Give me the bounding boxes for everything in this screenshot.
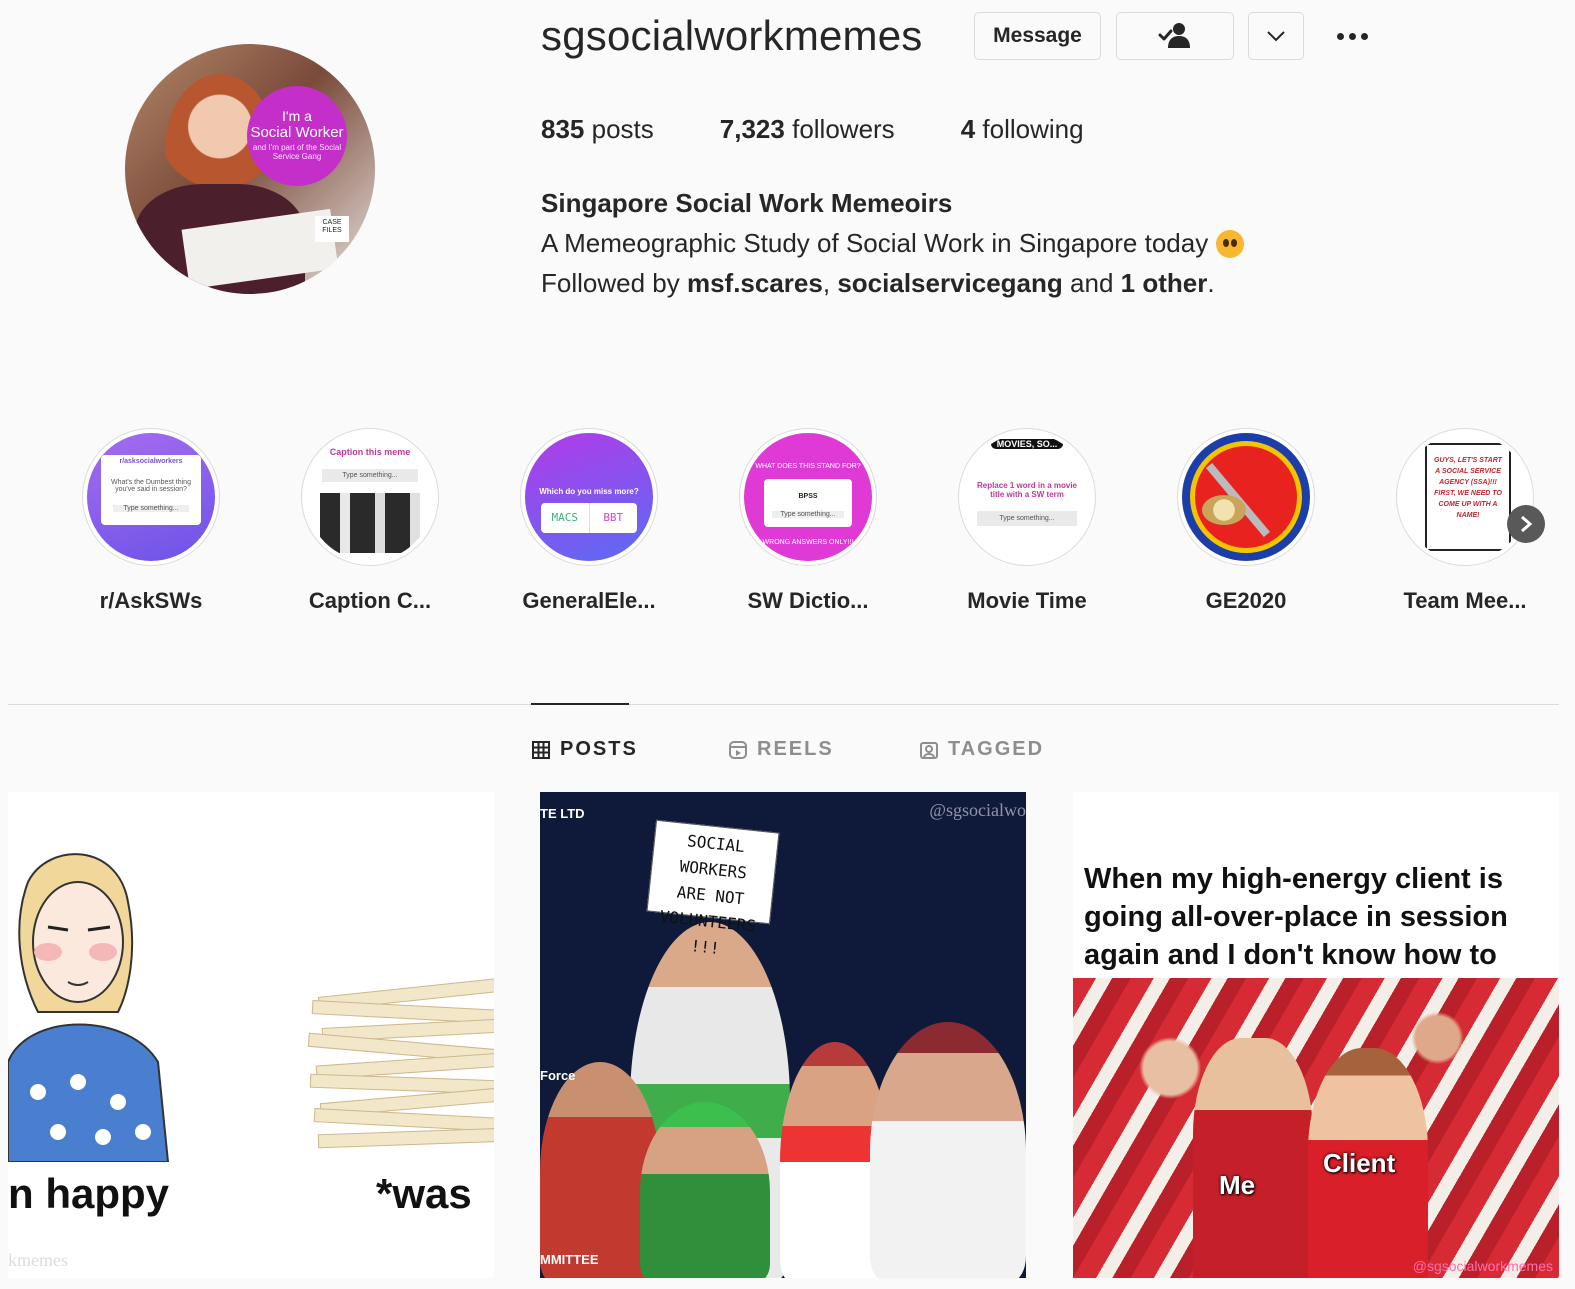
highlight-caption[interactable]: Caption this meme Type something... Capt… <box>300 428 440 614</box>
tab-reels[interactable]: REELS <box>729 738 834 761</box>
post-caption-left: n happy <box>8 1170 170 1217</box>
highlight-ring: r/asksocialworkers What's the Dumbest th… <box>82 428 220 566</box>
flushed-face-emoji-icon <box>1216 229 1245 258</box>
person-check-icon <box>1158 23 1190 48</box>
tab-tagged-label: TAGGED <box>948 738 1045 760</box>
avatar-case-files-tag: CASE FILES <box>315 216 349 242</box>
avatar-badge-line1: I'm a <box>282 108 312 124</box>
profile-username: sgsocialworkmemes <box>541 12 923 59</box>
avatar-badge-line2: Social Worker <box>250 124 344 141</box>
highlight-label: Caption C... <box>308 588 432 613</box>
highlight-label: Team Mee... <box>1403 588 1527 613</box>
crowd-person <box>870 1022 1026 1278</box>
post-label-bottom: MMITTEE <box>540 1252 599 1267</box>
followed-by-line[interactable]: Followed by msf.scares, socialservicegan… <box>541 268 1215 299</box>
highlight-label: Movie Time <box>967 588 1087 613</box>
poll-card: MACS BBT <box>541 503 637 533</box>
ellipsis-icon-dot <box>1360 32 1368 40</box>
bio-text: A Memeographic Study of Social Work in S… <box>541 228 1209 258</box>
highlight-label: r/AskSWs <box>99 588 203 613</box>
ellipsis-icon-dot <box>1336 32 1344 40</box>
post-label-top: TE LTD <box>540 806 585 821</box>
poll-option-2: BBT <box>603 511 624 524</box>
highlight-ring <box>1177 428 1315 566</box>
following-button[interactable] <box>1116 12 1234 60</box>
post-watermark: kmemes <box>8 1250 68 1270</box>
posts-count: 835 posts <box>541 114 654 144</box>
chevron-down-icon <box>1267 31 1285 42</box>
highlight-ring: WHAT DOES THIS STAND FOR? BPSS Type some… <box>739 428 877 566</box>
question-card: BPSS Type something... <box>764 479 852 527</box>
tabs-divider <box>8 704 1559 705</box>
reels-icon <box>729 740 747 759</box>
meme-label-client: Client <box>1323 1148 1396 1178</box>
ge2020-coins <box>1202 495 1246 525</box>
man-with-mic <box>1193 1038 1313 1278</box>
tab-posts[interactable]: POSTS <box>532 738 638 761</box>
tab-reels-label: REELS <box>757 738 834 760</box>
more-options-button[interactable] <box>1330 20 1374 52</box>
highlight-movie-time[interactable]: MOVIES, SO... Replace 1 word in a movie … <box>957 428 1097 614</box>
highlight-ring: Which do you miss more? MACS BBT <box>520 428 658 566</box>
following-link[interactable]: 4 following <box>961 114 1084 145</box>
highlight-cover: Which do you miss more? MACS BBT <box>525 433 653 561</box>
meme-label-me: Me <box>1219 1170 1256 1200</box>
highlight-label: GE2020 <box>1205 588 1287 613</box>
suggested-accounts-button[interactable] <box>1248 12 1304 60</box>
crowd-person <box>640 1102 770 1278</box>
avatar-badge-line3: and I'm part of the Social Service Gang <box>252 143 342 161</box>
highlight-cover: MOVIES, SO... Replace 1 word in a movie … <box>963 433 1091 561</box>
highlight-cover <box>1182 433 1310 561</box>
highlight-ring: GUYS, LET'S START A SOCIAL SERVICE AGENC… <box>1396 428 1534 566</box>
highlight-ring: Caption this meme Type something... <box>301 428 439 566</box>
followed-by-user-1[interactable]: msf.scares <box>687 268 823 298</box>
profile-stats: 835 posts 7,323 followers 4 following <box>541 114 1150 145</box>
post-caption-right: *was <box>376 1170 472 1217</box>
highlights-next-button[interactable] <box>1507 505 1545 543</box>
post-watermark: @sgsocialworkmemes <box>1412 1258 1553 1274</box>
post-watermark: @sgsocialwo <box>929 800 1026 820</box>
team-meeting-whiteboard: GUYS, LET'S START A SOCIAL SERVICE AGENC… <box>1425 443 1511 551</box>
highlight-sw-dictionary[interactable]: WHAT DOES THIS STAND FOR? BPSS Type some… <box>738 428 878 614</box>
ge2020-emblem <box>1190 441 1302 553</box>
profile-bio: A Memeographic Study of Social Work in S… <box>541 228 1245 259</box>
chevron-right-icon <box>1521 515 1533 533</box>
highlight-generalelection[interactable]: Which do you miss more? MACS BBT General… <box>519 428 659 614</box>
tab-tagged[interactable]: TAGGED <box>920 738 1044 761</box>
followed-by-others[interactable]: 1 other <box>1121 268 1208 298</box>
poll-option-1: MACS <box>541 503 590 533</box>
protest-sign: SOCIAL WORKERS ARE NOT VOLUNTEERS !!! <box>646 819 780 958</box>
highlight-cover: WHAT DOES THIS STAND FOR? BPSS Type some… <box>744 433 872 561</box>
profile-avatar[interactable]: I'm a Social Worker and I'm part of the … <box>125 44 375 294</box>
followed-by-user-2[interactable]: socialservicegang <box>837 268 1062 298</box>
cover-card: r/asksocialworkers What's the Dumbest th… <box>101 455 201 525</box>
highlight-label: GeneralEle... <box>522 588 656 613</box>
penguins-image <box>320 493 420 553</box>
wojak-girl-image <box>8 853 170 1162</box>
grid-icon <box>532 740 550 759</box>
post-thumbnail[interactable]: SOCIAL WORKERS ARE NOT VOLUNTEERS !!! TE… <box>540 792 1026 1278</box>
highlight-cover: Caption this meme Type something... <box>306 433 434 561</box>
message-button[interactable]: Message <box>974 12 1101 60</box>
active-tab-indicator <box>531 703 629 705</box>
highlight-cover: GUYS, LET'S START A SOCIAL SERVICE AGENC… <box>1401 433 1529 561</box>
highlight-cover: r/asksocialworkers What's the Dumbest th… <box>87 433 215 561</box>
avatar-badge: I'm a Social Worker and I'm part of the … <box>247 86 347 186</box>
highlight-ring: MOVIES, SO... Replace 1 word in a movie … <box>958 428 1096 566</box>
tagged-icon <box>920 741 938 759</box>
post-thumbnail[interactable]: When my high-energy client is going all-… <box>1073 792 1559 1278</box>
highlight-asksws[interactable]: r/asksocialworkers What's the Dumbest th… <box>81 428 221 614</box>
highlight-label: SW Dictio... <box>747 588 869 613</box>
followers-link[interactable]: 7,323 followers <box>720 114 895 145</box>
post-thumbnail[interactable]: n happy *was kmemes <box>8 792 494 1278</box>
crowd-photo: Me Client <box>1073 978 1559 1278</box>
ellipsis-icon-dot <box>1348 32 1356 40</box>
post-label-side: Force <box>540 1068 576 1083</box>
highlight-ge2020[interactable]: GE2020 <box>1176 428 1316 614</box>
file-stack-image <box>307 977 494 1157</box>
tab-posts-label: POSTS <box>560 738 638 760</box>
profile-full-name: Singapore Social Work Memeoirs <box>541 188 953 218</box>
